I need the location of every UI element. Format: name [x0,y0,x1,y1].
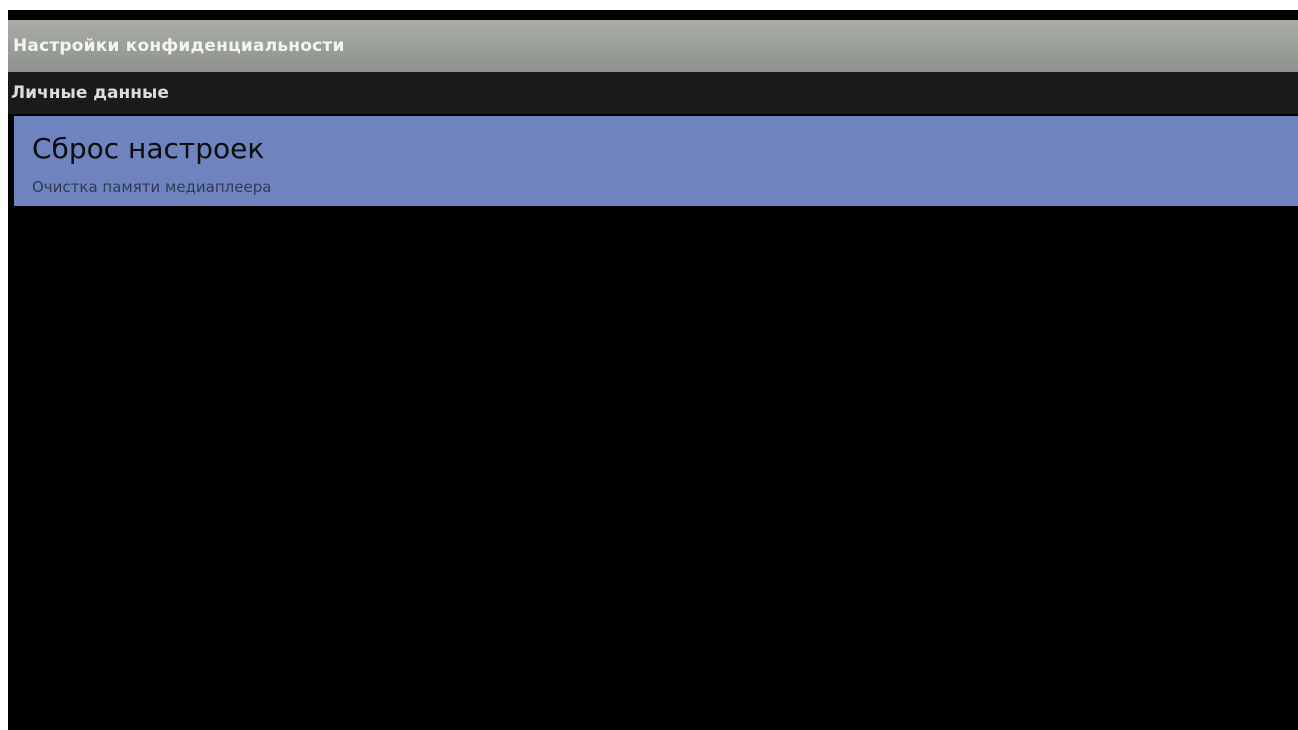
window-title: Настройки конфиденциальности [13,36,345,56]
reset-settings-title: Сброс настроек [32,132,265,165]
title-bar: Настройки конфиденциальности [8,20,1298,72]
section-header: Личные данные [8,72,1298,114]
reset-settings-summary: Очистка памяти медиаплеера [32,178,272,196]
settings-screen: Настройки конфиденциальности Личные данн… [8,10,1298,730]
section-header-label: Личные данные [11,83,169,103]
empty-content-area [8,206,1298,730]
reset-settings-item[interactable]: Сброс настроек Очистка памяти медиаплеер… [14,116,1298,206]
